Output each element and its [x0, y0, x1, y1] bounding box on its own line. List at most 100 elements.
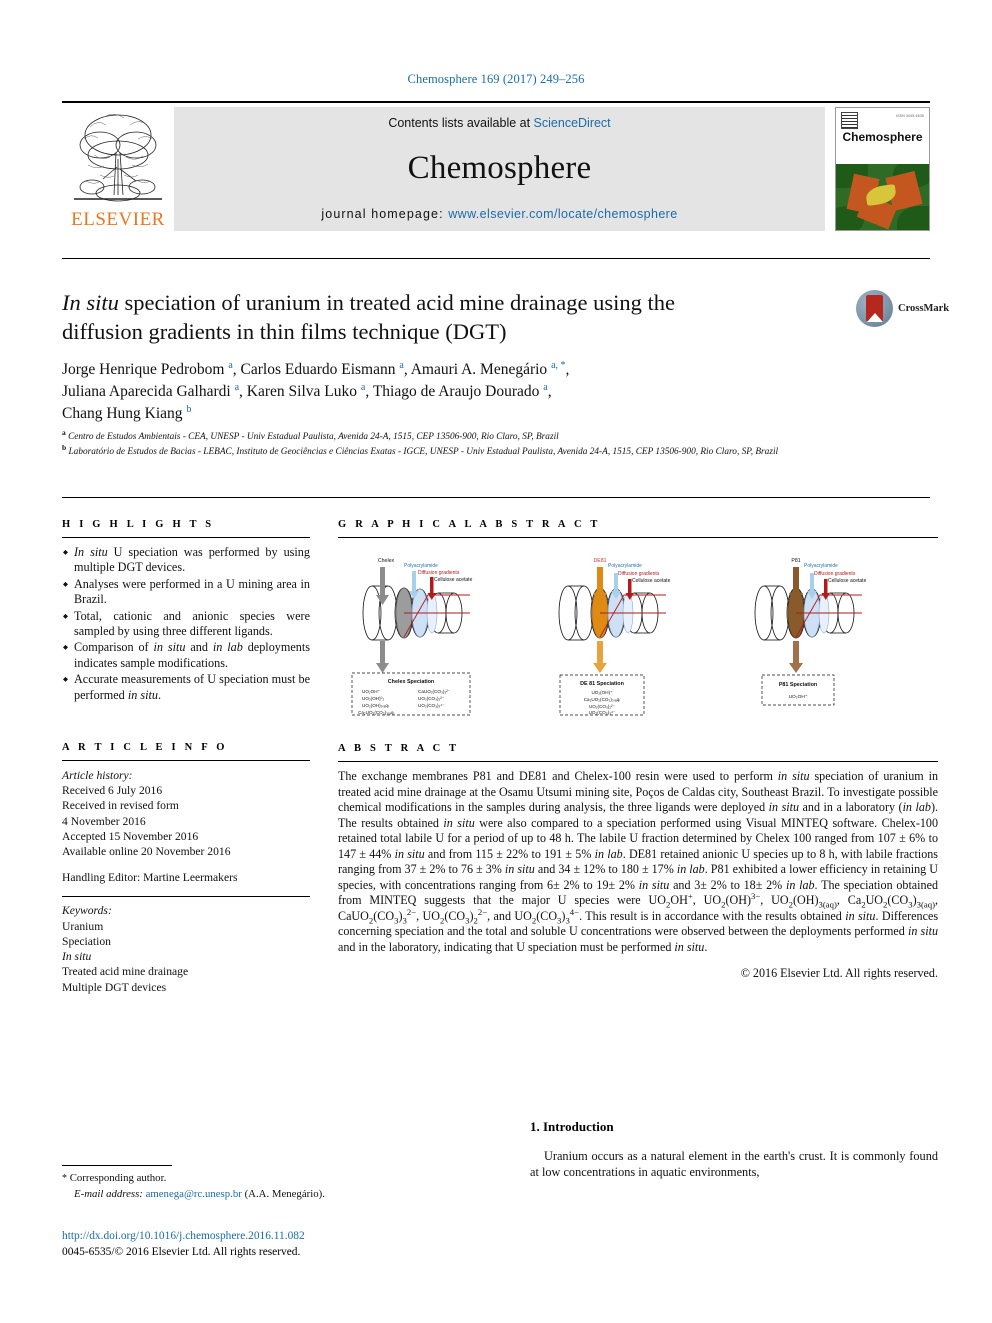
svg-text:UO₂(OH)⁰₂: UO₂(OH)⁰₂	[362, 696, 384, 701]
affiliation-b: b Laboratório de Estudos de Bacias - LEB…	[62, 442, 779, 457]
svg-text:UO₂OH⁺: UO₂OH⁺	[789, 694, 808, 700]
email-label: E-mail address:	[74, 1187, 143, 1200]
keyword: Treated acid mine drainage	[62, 965, 189, 979]
list-item: Accurate measurements of U speciation mu…	[62, 672, 310, 703]
svg-text:Ca₂UO₂(CO₃)₃₍ₐq₎: Ca₂UO₂(CO₃)₃₍ₐq₎	[358, 710, 395, 715]
elsevier-tree-icon	[74, 114, 162, 202]
keyword: Multiple DGT devices	[62, 980, 167, 994]
introduction-section: 1. Introduction Uranium occurs as a natu…	[530, 1119, 938, 1180]
title-line1: speciation of uranium in treated acid mi…	[118, 290, 675, 315]
journal-title: Chemosphere	[407, 150, 592, 186]
layer-label: Polyacrylamide	[404, 563, 438, 569]
abstract-copyright: © 2016 Elsevier Ltd. All rights reserved…	[740, 966, 938, 980]
crossmark-icon	[856, 289, 893, 327]
article-history-label: Article history:	[62, 769, 133, 783]
history-item: Received 6 July 2016	[62, 784, 163, 798]
issn-copyright: 0045-6535/© 2016 Elsevier Ltd. All right…	[62, 1245, 301, 1258]
list-item: Analyses were performed in a U mining ar…	[62, 577, 310, 608]
author-list: Jorge Henrique Pedrobom a, Carlos Eduard…	[62, 359, 570, 422]
layer-label: Polyacrylamide	[804, 563, 838, 569]
footnote-divider	[62, 1165, 172, 1166]
corresponding-author-label: Corresponding author.	[69, 1172, 167, 1184]
title-italic-prefix: In situ	[62, 290, 119, 315]
left-column: H I G H L I G H T S In situ U speciation…	[62, 519, 310, 995]
elsevier-wordmark: ELSEVIER	[71, 209, 165, 230]
speciation-box-title: DE 81 Speciation	[580, 681, 624, 687]
crossmark-badge[interactable]: CrossMark	[856, 288, 949, 328]
cover-journal-title: Chemosphere	[842, 130, 923, 144]
list-item: Total, cationic and anionic species were…	[62, 609, 310, 640]
homepage-prefix: journal homepage:	[321, 207, 449, 221]
crossmark-label: CrossMark	[898, 302, 950, 314]
svg-text:UO₂(OH)₃₍ₐq₎: UO₂(OH)₃₍ₐq₎	[362, 703, 389, 708]
graphical-abstract-rule	[338, 537, 938, 538]
journal-homepage-link[interactable]: www.elsevier.com/locate/chemosphere	[448, 207, 677, 221]
section-title: Introduction	[543, 1119, 614, 1134]
keywords-rule	[62, 896, 310, 898]
article-first-page: Chemosphere 169 (2017) 249–256 ELSEVIER …	[0, 0, 992, 1323]
svg-text:UO₂OH⁺: UO₂OH⁺	[362, 689, 381, 694]
keyword: Speciation	[62, 934, 111, 948]
author: Chang Hung Kiang b	[62, 403, 192, 422]
email-suffix: (A.A. Menegário).	[244, 1187, 325, 1200]
author: Carlos Eduardo Eismann a	[240, 359, 404, 378]
list-item: In situ U speciation was performed by us…	[62, 545, 310, 576]
elsevier-logo: ELSEVIER	[62, 107, 174, 231]
layer-label: Diffusion gradients	[418, 570, 460, 576]
abstract-heading: A B S T R A C T	[338, 743, 460, 754]
author: Thiago de Araujo Dourado a	[372, 381, 548, 400]
handling-editor: Handling Editor: Martine Leermakers	[62, 871, 238, 885]
keywords-label: Keywords:	[62, 904, 112, 918]
speciation-box-title: P81 Speciation	[779, 682, 817, 688]
layer-label: Cellulose acetate	[828, 578, 867, 584]
dgt-device-diagram: Chelex Polyacrylamide Diffusion gradient…	[351, 558, 867, 716]
svg-text:UO₂(CO₃)₂²⁻: UO₂(CO₃)₂²⁻	[589, 704, 616, 709]
journal-cover-thumbnail: ISSN 0045-6535 Chemosphere	[835, 107, 930, 231]
history-item: Available online 20 November 2016	[62, 845, 231, 859]
history-item: Received in revised form	[62, 799, 179, 813]
svg-text:UO₂(CO₃)₃⁴⁻: UO₂(CO₃)₃⁴⁻	[589, 710, 616, 715]
graphical-abstract-figure: Chelex Polyacrylamide Diffusion gradient…	[338, 545, 938, 717]
keyword: In situ	[62, 950, 92, 964]
contents-prefix: Contents lists available at	[388, 116, 534, 130]
page-title: In situ speciation of uranium in treated…	[62, 288, 842, 346]
svg-text:Ca₂UO₂(CO₃)₃₍ₐq₎: Ca₂UO₂(CO₃)₃₍ₐq₎	[584, 697, 621, 702]
email-link[interactable]: amenega@rc.unesp.br	[146, 1188, 242, 1200]
cover-top: ISSN 0045-6535 Chemosphere	[836, 108, 929, 165]
ligand-label: Chelex	[378, 558, 395, 564]
cover-issn: ISSN 0045-6535	[896, 114, 924, 118]
affiliations: a Centro de Estudos Ambientais - CEA, UN…	[62, 429, 940, 459]
doi-link[interactable]: http://dx.doi.org/10.1016/j.chemosphere.…	[62, 1229, 562, 1245]
layer-label: Cellulose acetate	[434, 577, 473, 583]
masthead-center: Contents lists available at ScienceDirec…	[174, 107, 825, 231]
sciencedirect-link[interactable]: ScienceDirect	[534, 116, 611, 130]
svg-text:UO₂(OH)⁺: UO₂(OH)⁺	[591, 690, 613, 695]
right-column: G R A P H I C A L A B S T R A C T Chelex…	[338, 519, 938, 981]
introduction-paragraph: Uranium occurs as a natural element in t…	[530, 1149, 938, 1179]
history-item: Accepted 15 November 2016	[62, 829, 199, 843]
layer-label: Diffusion gradients	[618, 571, 660, 577]
list-item: Comparison of in situ and in lab deploym…	[62, 640, 310, 671]
layer-label: Polyacrylamide	[608, 563, 642, 569]
ligand-label: DE81	[594, 558, 607, 564]
svg-text:CaUO₂(CO₃)₃²⁻: CaUO₂(CO₃)₃²⁻	[418, 689, 451, 694]
author: Amauri A. Menegário a, *	[410, 359, 566, 378]
section-number: 1.	[530, 1119, 540, 1134]
history-item: 4 November 2016	[62, 814, 146, 828]
svg-text:UO₂(CO₃)₂²⁻: UO₂(CO₃)₂²⁻	[418, 696, 445, 701]
keyword: Uranium	[62, 919, 104, 933]
corresponding-author-line: * Corresponding author.	[62, 1171, 362, 1187]
running-head: Chemosphere 169 (2017) 249–256	[407, 72, 585, 86]
page-footer: http://dx.doi.org/10.1016/j.chemosphere.…	[62, 1229, 562, 1260]
email-line: E-mail address: amenega@rc.unesp.br (A.A…	[62, 1187, 362, 1202]
title-block: In situ speciation of uranium in treated…	[62, 288, 842, 425]
layer-label: Cellulose acetate	[632, 578, 671, 584]
contents-available-line: Contents lists available at ScienceDirec…	[388, 116, 610, 130]
cover-badge-icon	[841, 112, 858, 129]
journal-homepage-line: journal homepage: www.elsevier.com/locat…	[321, 207, 677, 221]
abstract-paragraph: The exchange membranes P81 and DE81 and …	[338, 769, 939, 954]
highlights-heading: H I G H L I G H T S	[62, 519, 215, 530]
asterisk-marker: *	[62, 1173, 67, 1184]
svg-text:UO₂(CO₃)₃⁴⁻: UO₂(CO₃)₃⁴⁻	[418, 703, 445, 708]
body-divider	[62, 497, 930, 498]
